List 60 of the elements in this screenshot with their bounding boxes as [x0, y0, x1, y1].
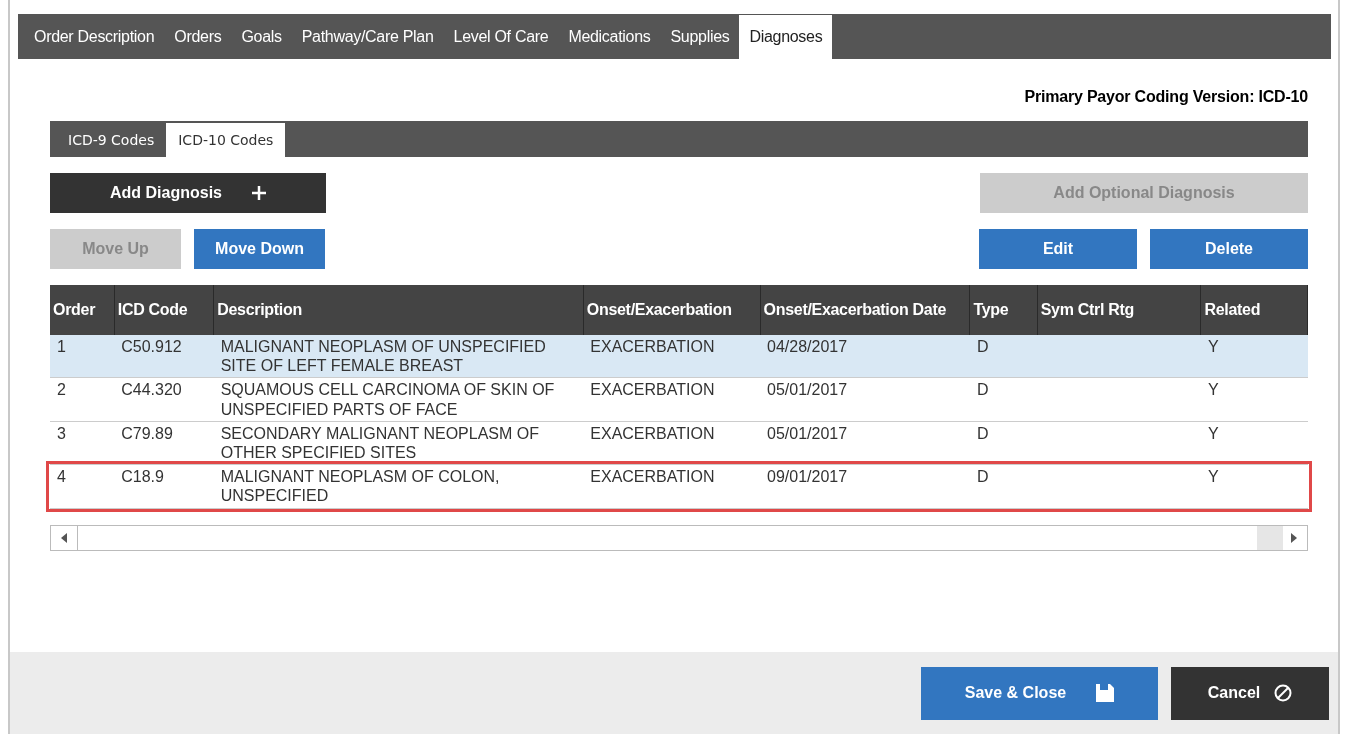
horizontal-scrollbar[interactable] — [50, 524, 1308, 551]
table-cell: C44.320 — [121, 381, 182, 399]
column-header[interactable]: Onset/Exacerbation — [583, 285, 761, 335]
table-cell: C50.912 — [121, 338, 182, 355]
table-cell: MALIGNANT NEOPLASM OF COLON, UNSPECIFIED — [220, 468, 500, 505]
table-cell: D — [976, 424, 989, 442]
table-cell: C79.89 — [121, 424, 173, 442]
table-row[interactable]: 1 C50.912 MALIGNANT NEOPLASM OF UNSPECIFIED SITE OF LEFT FEMALE BREAST EXACERBATION 04/28/2017 D Y — [50, 335, 1308, 378]
tab[interactable]: Order Description — [24, 14, 165, 59]
table-cell: 05/01/2017 — [767, 424, 848, 442]
table-cell: 04/28/2017 — [767, 338, 848, 355]
cancel-icon — [1274, 684, 1293, 702]
column-header[interactable]: ICD Code — [114, 285, 214, 335]
tab[interactable]: Level Of Care — [443, 14, 559, 59]
column-header[interactable]: Onset/Exacerbation Date — [760, 285, 970, 335]
table-cell: SECONDARY MALIGNANT NEOPLASM OF OTHER SPECIFIED SITES — [220, 424, 539, 461]
edit-button[interactable]: Edit — [979, 229, 1137, 269]
column-header[interactable]: Description — [213, 285, 584, 335]
table-cell: 09/01/2017 — [767, 468, 848, 486]
column-header[interactable]: Related — [1200, 285, 1308, 335]
table-cell: 4 — [57, 468, 66, 486]
table-cell: C18.9 — [121, 468, 164, 486]
table-cell: 2 — [57, 381, 66, 399]
plus-icon — [252, 186, 266, 200]
table-cell: EXACERBATION — [590, 468, 715, 486]
table-cell: EXACERBATION — [590, 338, 715, 355]
table-cell: 1 — [57, 338, 66, 355]
tab[interactable]: Diagnoses — [739, 15, 833, 59]
table-cell: D — [976, 381, 989, 399]
code-tab[interactable]: ICD-9 Codes — [56, 123, 167, 157]
table-cell: SQUAMOUS CELL CARCINOMA OF SKIN OF UNSPECIFIED PARTS OF FACE — [220, 381, 555, 418]
coding-version-label: Primary Payor Coding Version: ICD-10 — [1023, 87, 1308, 107]
table-cell: D — [976, 338, 989, 355]
table-cell: EXACERBATION — [590, 381, 715, 399]
delete-button[interactable]: Delete — [1150, 229, 1308, 269]
tab[interactable]: Supplies — [660, 14, 740, 59]
table-cell: Y — [1207, 424, 1219, 442]
table-cell: Y — [1207, 381, 1219, 399]
tab[interactable]: Goals — [231, 14, 292, 59]
table-cell: 05/01/2017 — [767, 381, 848, 399]
table-cell: 3 — [57, 424, 66, 442]
table-row[interactable]: 3 C79.89 SECONDARY MALIGNANT NEOPLASM OF OTHER SPECIFIED SITES EXACERBATION 05/01/2017 D Y — [50, 421, 1308, 465]
table-cell: MALIGNANT NEOPLASM OF UNSPECIFIED SITE OF LEFT FEMALE BREAST — [220, 338, 546, 375]
tab[interactable]: Medications — [558, 14, 661, 59]
tab[interactable]: Orders — [164, 14, 232, 59]
column-header[interactable]: Sym Ctrl Rtg — [1037, 285, 1201, 335]
save-close-button[interactable]: Save & Close — [921, 666, 1158, 720]
table-cell: Y — [1207, 468, 1219, 486]
code-tab[interactable]: ICD-10 Codes — [166, 123, 286, 157]
add-diagnosis-button[interactable]: Add Diagnosis — [50, 173, 326, 213]
table-row[interactable]: 4 C18.9 MALIGNANT NEOPLASM OF COLON, UNSPECIFIED EXACERBATION 09/01/2017 D Y — [50, 464, 1308, 508]
table-cell: D — [976, 468, 989, 486]
table-cell: Y — [1207, 338, 1219, 355]
move-down-button[interactable]: Move Down — [194, 229, 325, 269]
column-header[interactable]: Type — [969, 285, 1038, 335]
column-header[interactable]: Order — [50, 285, 115, 335]
cancel-button[interactable]: Cancel — [1171, 666, 1329, 720]
tab[interactable]: Pathway/Care Plan — [291, 14, 444, 59]
table-cell: EXACERBATION — [590, 424, 715, 442]
table-row[interactable]: 2 C44.320 SQUAMOUS CELL CARCINOMA OF SKIN OF UNSPECIFIED PARTS OF FACE EXACERBATION 05/01/2017 D Y — [50, 377, 1308, 422]
